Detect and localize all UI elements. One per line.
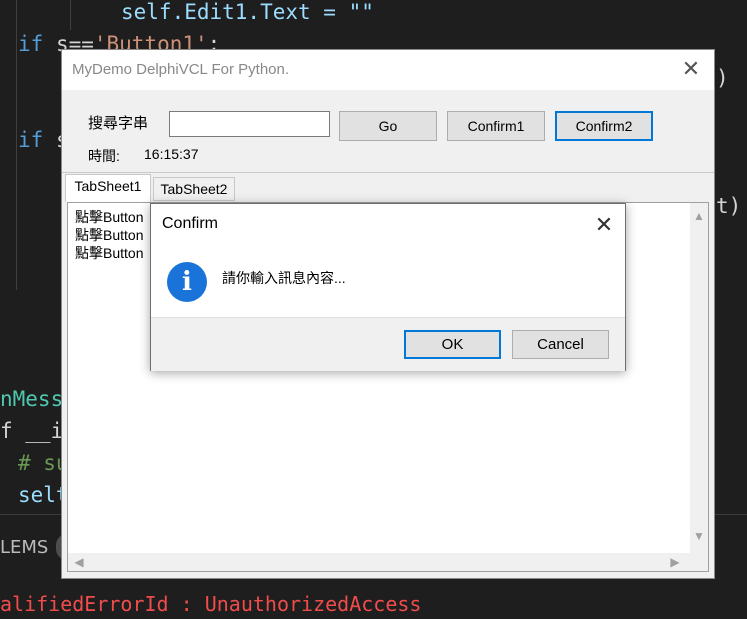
confirm1-button[interactable]: Confirm1 [447,111,545,141]
time-label: 時間: [88,148,120,164]
window-close-icon[interactable]: ✕ [678,56,704,82]
terminal-error-line: alifiedErrorId : UnauthorizedAccess [0,592,422,616]
scrollbar-corner [690,553,708,571]
dialog-message: 請你輸入訊息內容... [222,270,346,286]
list-item: 點擊Button [75,245,144,261]
window-title: MyDemo DelphiVCL For Python. [72,61,290,78]
go-button[interactable]: Go [339,111,437,141]
indent-guide [70,0,71,30]
scroll-down-icon[interactable]: ▼ [690,527,708,545]
confirm2-button[interactable]: Confirm2 [555,111,653,141]
dialog-close-icon[interactable]: ✕ [591,212,617,238]
scroll-right-icon[interactable]: ▶ [666,553,684,571]
vertical-scrollbar[interactable]: ▲ ▼ [690,203,708,553]
list-item: 點擊Button [75,209,144,225]
ok-button[interactable]: OK [404,330,501,359]
tab-tabsheet1[interactable]: TabSheet1 [65,174,151,202]
tab-tabsheet2[interactable]: TabSheet2 [153,177,235,201]
scroll-left-icon[interactable]: ◀ [70,553,88,571]
confirm-dialog: Confirm ✕ i 請你輸入訊息內容... OK Cancel [150,203,626,371]
title-bar: MyDemo DelphiVCL For Python. ✕ [62,50,714,90]
scroll-up-icon[interactable]: ▲ [690,207,708,225]
search-label: 搜尋字串 [88,115,149,132]
dialog-title: Confirm [162,215,219,232]
problems-tab[interactable]: LEMS [0,537,48,558]
time-value: 16:15:37 [144,146,199,162]
search-input[interactable] [169,111,330,137]
horizontal-scrollbar[interactable]: ◀ ▶ [68,553,690,571]
info-icon: i [167,262,207,302]
indent-guide [16,0,17,290]
top-panel: 搜尋字串 Go Confirm1 Confirm2 時間: 16:15:37 [62,90,714,173]
dialog-footer: OK Cancel [151,317,625,371]
list-item: 點擊Button [75,227,144,243]
cancel-button[interactable]: Cancel [512,330,609,359]
code-line: ) [716,66,729,90]
code-line: self.Edit1.Text = "" [121,0,374,24]
code-line: t) [716,194,742,218]
